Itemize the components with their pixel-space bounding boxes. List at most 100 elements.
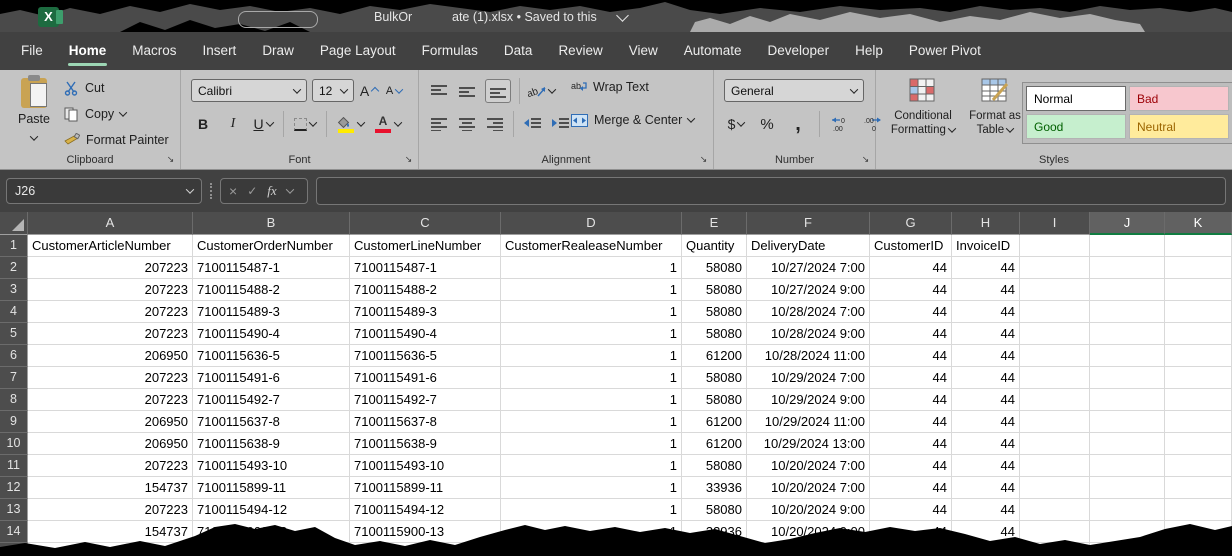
cell-G7[interactable]: 44: [870, 367, 952, 389]
style-chip-bad[interactable]: Bad: [1129, 86, 1229, 111]
cell-B12[interactable]: 7100115899-11: [193, 477, 350, 499]
cell-E11[interactable]: 58080: [682, 455, 747, 477]
row-header-2[interactable]: 2: [0, 257, 28, 279]
currency-format-button[interactable]: $: [726, 113, 746, 135]
cell-I14[interactable]: [1020, 521, 1090, 543]
bold-button[interactable]: B: [193, 113, 213, 135]
cell-G6[interactable]: 44: [870, 345, 952, 367]
cell-C14[interactable]: 7100115900-13: [350, 521, 501, 543]
font-size-combo[interactable]: 12: [312, 79, 354, 102]
cell-J9[interactable]: [1090, 411, 1165, 433]
row-header-11[interactable]: 11: [0, 455, 28, 477]
cell-C12[interactable]: 7100115899-11: [350, 477, 501, 499]
column-header-J[interactable]: J: [1090, 212, 1165, 235]
italic-button[interactable]: I: [223, 113, 243, 135]
increase-indent-button[interactable]: [550, 113, 570, 135]
enter-icon[interactable]: ✓: [247, 184, 257, 198]
align-right-button[interactable]: [485, 113, 505, 135]
cell-K15[interactable]: [1165, 543, 1232, 556]
cell-G11[interactable]: 44: [870, 455, 952, 477]
cell-C2[interactable]: 7100115487-1: [350, 257, 501, 279]
clipboard-dialog-launcher-icon[interactable]: [165, 154, 176, 165]
cell-J8[interactable]: [1090, 389, 1165, 411]
tab-macros[interactable]: Macros: [119, 32, 189, 70]
cell-E5[interactable]: 58080: [682, 323, 747, 345]
cell-K7[interactable]: [1165, 367, 1232, 389]
borders-button[interactable]: [294, 113, 316, 135]
cell-D1[interactable]: CustomerRealeaseNumber: [501, 235, 682, 257]
cell-F10[interactable]: 10/29/2024 13:00: [747, 433, 870, 455]
column-header-F[interactable]: F: [747, 212, 870, 235]
cell-K2[interactable]: [1165, 257, 1232, 279]
cell-D5[interactable]: 1: [501, 323, 682, 345]
format-as-table-button[interactable]: Format as Table: [964, 78, 1026, 137]
row-header-6[interactable]: 6: [0, 345, 28, 367]
cell-D3[interactable]: 1: [501, 279, 682, 301]
conditional-formatting-button[interactable]: Conditional Formatting: [884, 78, 962, 137]
cell-A9[interactable]: 206950: [28, 411, 193, 433]
column-header-K[interactable]: K: [1165, 212, 1232, 235]
decrease-font-size-button[interactable]: A: [384, 80, 404, 102]
cell-A3[interactable]: 207223: [28, 279, 193, 301]
cancel-icon[interactable]: ×: [229, 183, 237, 199]
cell-H15[interactable]: [952, 543, 1020, 556]
alignment-dialog-launcher-icon[interactable]: [698, 154, 709, 165]
cell-B14[interactable]: 7100115900-13: [193, 521, 350, 543]
cell-I12[interactable]: [1020, 477, 1090, 499]
cell-E14[interactable]: 33936: [682, 521, 747, 543]
row-header-3[interactable]: 3: [0, 279, 28, 301]
cell-F11[interactable]: 10/20/2024 7:00: [747, 455, 870, 477]
cell-B3[interactable]: 7100115488-2: [193, 279, 350, 301]
cell-E12[interactable]: 33936: [682, 477, 747, 499]
cell-F13[interactable]: 10/20/2024 9:00: [747, 499, 870, 521]
cell-E9[interactable]: 61200: [682, 411, 747, 433]
cell-C4[interactable]: 7100115489-3: [350, 301, 501, 323]
cell-C10[interactable]: 7100115638-9: [350, 433, 501, 455]
row-header-14[interactable]: 14: [0, 521, 28, 543]
cell-E1[interactable]: Quantity: [682, 235, 747, 257]
cell-I4[interactable]: [1020, 301, 1090, 323]
cell-E10[interactable]: 61200: [682, 433, 747, 455]
cell-H2[interactable]: 44: [952, 257, 1020, 279]
cell-F7[interactable]: 10/29/2024 7:00: [747, 367, 870, 389]
formula-bar-grip[interactable]: [210, 183, 212, 199]
cell-E7[interactable]: 58080: [682, 367, 747, 389]
row-header-4[interactable]: 4: [0, 301, 28, 323]
cell-B7[interactable]: 7100115491-6: [193, 367, 350, 389]
tab-file[interactable]: File: [8, 32, 56, 70]
column-header-G[interactable]: G: [870, 212, 952, 235]
cell-E6[interactable]: 61200: [682, 345, 747, 367]
cell-H14[interactable]: 44: [952, 521, 1020, 543]
cell-A7[interactable]: 207223: [28, 367, 193, 389]
cell-D15[interactable]: [501, 543, 682, 556]
cell-E3[interactable]: 58080: [682, 279, 747, 301]
tab-insert[interactable]: Insert: [190, 32, 250, 70]
cell-J2[interactable]: [1090, 257, 1165, 279]
align-left-button[interactable]: [429, 113, 449, 135]
cell-I10[interactable]: [1020, 433, 1090, 455]
cell-I1[interactable]: [1020, 235, 1090, 257]
excel-app-icon[interactable]: X: [38, 7, 59, 27]
comma-format-button[interactable]: ,: [788, 113, 808, 135]
cell-K6[interactable]: [1165, 345, 1232, 367]
cell-E2[interactable]: 58080: [682, 257, 747, 279]
cell-B15[interactable]: [193, 543, 350, 556]
cell-I15[interactable]: [1020, 543, 1090, 556]
cell-A1[interactable]: CustomerArticleNumber: [28, 235, 193, 257]
cell-I8[interactable]: [1020, 389, 1090, 411]
align-center-button[interactable]: [457, 113, 477, 135]
cell-B2[interactable]: 7100115487-1: [193, 257, 350, 279]
column-header-C[interactable]: C: [350, 212, 501, 235]
cell-G4[interactable]: 44: [870, 301, 952, 323]
cell-B8[interactable]: 7100115492-7: [193, 389, 350, 411]
style-chip-normal[interactable]: Normal: [1026, 86, 1126, 111]
tab-automate[interactable]: Automate: [671, 32, 755, 70]
bottom-align-button[interactable]: [485, 79, 511, 103]
cell-A15[interactable]: [28, 543, 193, 556]
cell-G10[interactable]: 44: [870, 433, 952, 455]
cell-K1[interactable]: [1165, 235, 1232, 257]
tab-draw[interactable]: Draw: [249, 32, 307, 70]
cell-I3[interactable]: [1020, 279, 1090, 301]
cell-A10[interactable]: 206950: [28, 433, 193, 455]
font-name-combo[interactable]: Calibri: [191, 79, 307, 102]
